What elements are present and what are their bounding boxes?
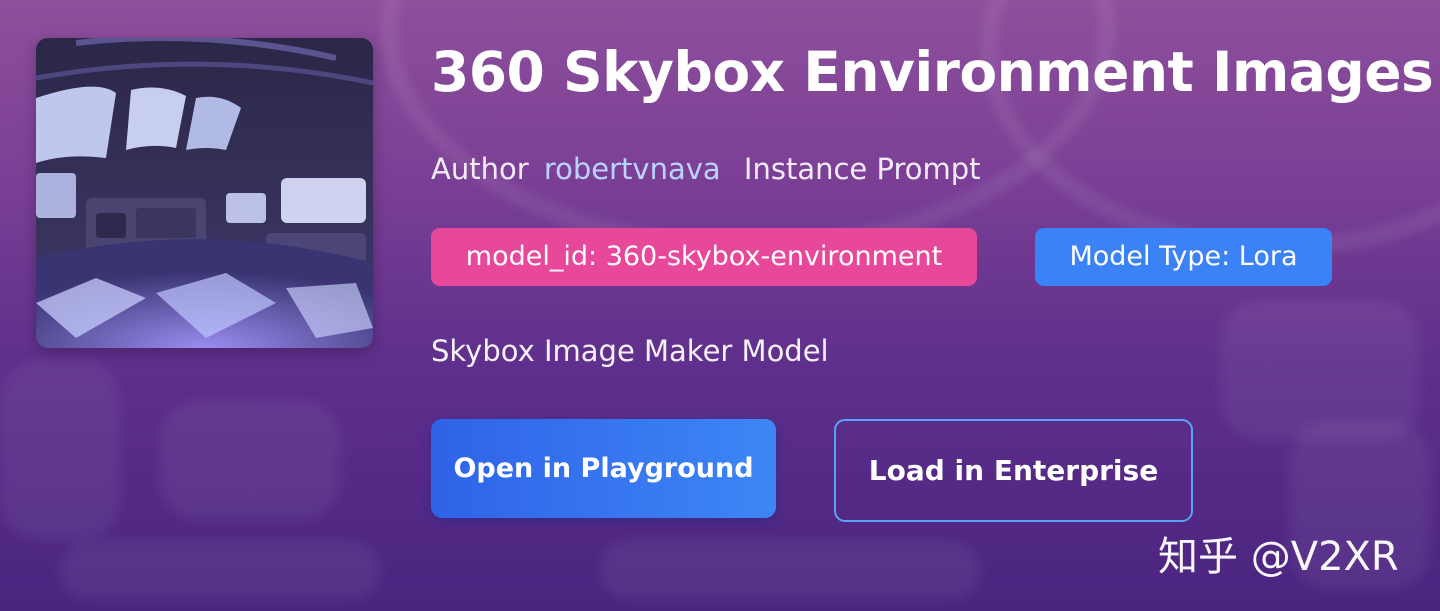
open-in-playground-button[interactable]: Open in Playground [431,419,776,518]
load-in-enterprise-button[interactable]: Load in Enterprise [834,419,1193,522]
page-title: 360 Skybox Environment Images [431,40,1434,104]
author-link[interactable]: robertvnava [544,152,721,186]
watermark-text: 知乎 @V2XR [1158,534,1399,580]
model-type-badge: Model Type: Lora [1035,228,1332,286]
instance-prompt-label[interactable]: Instance Prompt [744,152,981,186]
author-label: Author [431,152,529,186]
panorama-image [36,38,373,348]
model-id-badge: model_id: 360-skybox-environment [431,228,977,286]
author-line: Author robertvnava Instance Prompt [431,152,981,186]
model-description: Skybox Image Maker Model [431,334,829,368]
model-thumbnail [36,38,373,348]
